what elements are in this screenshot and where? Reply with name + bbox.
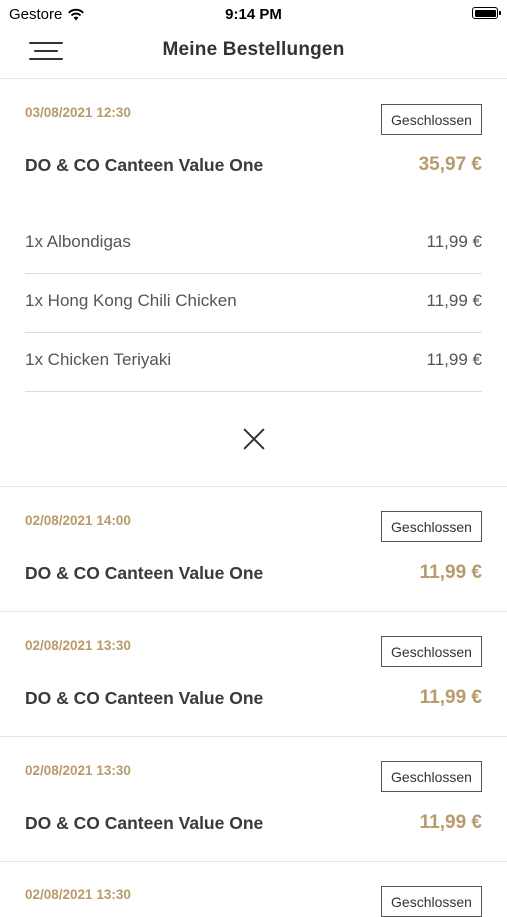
order-total: 11,99 € xyxy=(419,562,482,583)
status-badge: Geschlossen xyxy=(381,511,482,542)
item-name: 1x Hong Kong Chili Chicken xyxy=(25,291,237,310)
order-date: 03/08/2021 12:30 xyxy=(25,105,131,120)
order-item: 1x Hong Kong Chili Chicken 11,99 € xyxy=(25,274,482,333)
nav-bar: Meine Bestellungen xyxy=(0,28,507,79)
order-card[interactable]: 02/08/2021 13:30 Geschlossen DO & CO Can… xyxy=(0,737,507,862)
order-card[interactable]: 02/08/2021 13:30 Geschlossen DO & CO Can… xyxy=(0,612,507,737)
order-item: 1x Albondigas 11,99 € xyxy=(25,215,482,274)
order-name: DO & CO Canteen Value One xyxy=(25,155,264,175)
order-date: 02/08/2021 13:30 xyxy=(25,638,131,653)
order-card[interactable]: 02/08/2021 14:00 Geschlossen DO & CO Can… xyxy=(0,487,507,612)
order-date: 02/08/2021 13:30 xyxy=(25,763,131,778)
item-name: 1x Chicken Teriyaki xyxy=(25,350,172,369)
status-badge: Geschlossen xyxy=(381,761,482,792)
order-date: 02/08/2021 14:00 xyxy=(25,513,131,528)
page-title: Meine Bestellungen xyxy=(162,39,345,60)
item-price: 11,99 € xyxy=(426,232,482,251)
battery-icon xyxy=(472,7,501,19)
order-name: DO & CO Canteen Value One xyxy=(25,688,264,708)
order-card[interactable]: 02/08/2021 13:30 Geschlossen xyxy=(0,862,507,917)
order-card[interactable]: 03/08/2021 12:30 Geschlossen DO & CO Can… xyxy=(0,79,507,487)
status-badge: Geschlossen xyxy=(381,886,482,917)
item-price: 11,99 € xyxy=(426,350,482,369)
item-name: 1x Albondigas xyxy=(25,232,131,251)
order-item: 1x Chicken Teriyaki 11,99 € xyxy=(25,333,482,392)
order-name: DO & CO Canteen Value One xyxy=(25,813,264,833)
order-total: 11,99 € xyxy=(419,687,482,708)
order-total: 11,99 € xyxy=(419,812,482,833)
status-badge: Geschlossen xyxy=(381,104,482,135)
status-bar: Gestore 9:14 PM xyxy=(0,0,507,28)
order-total: 35,97 € xyxy=(418,154,482,175)
order-name: DO & CO Canteen Value One xyxy=(25,563,264,583)
clock: 9:14 PM xyxy=(225,6,282,23)
close-icon[interactable] xyxy=(242,427,266,451)
status-badge: Geschlossen xyxy=(381,636,482,667)
item-price: 11,99 € xyxy=(426,291,482,310)
